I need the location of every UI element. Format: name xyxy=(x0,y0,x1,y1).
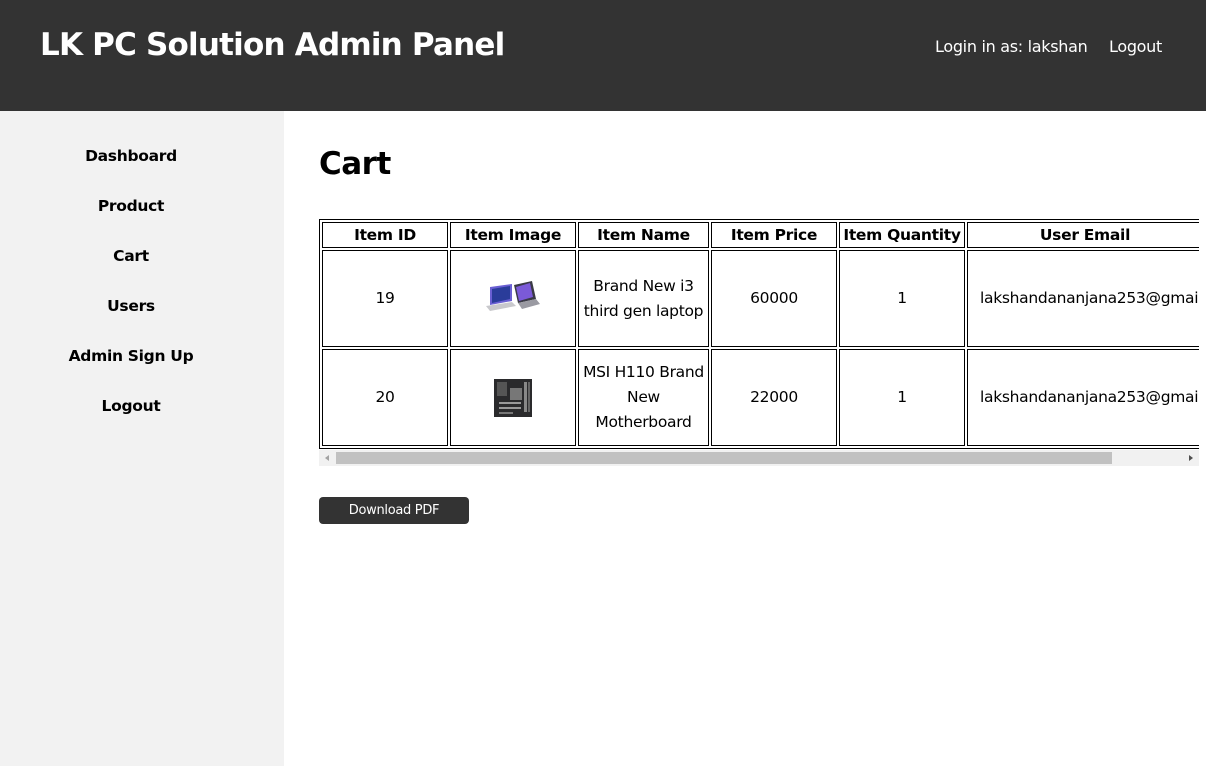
sidebar-item-admin-sign-up[interactable]: Admin Sign Up xyxy=(0,347,262,365)
header-logout-link[interactable]: Logout xyxy=(1109,37,1162,56)
cell-item-name: MSI H110 Brand New Motherboard xyxy=(578,349,709,446)
top-header: LK PC Solution Admin Panel Login in as: … xyxy=(0,0,1206,111)
cell-item-id: 20 xyxy=(322,349,448,446)
cart-table: Item ID Item Image Item Name Item Price … xyxy=(319,219,1199,449)
table-row: 19 Brand New i3 third gen laptop 60000 1… xyxy=(322,250,1199,347)
cell-item-quantity: 1 xyxy=(839,250,965,347)
logged-in-user: Login in as: lakshan xyxy=(935,37,1088,56)
main-content: Cart Item ID Item Image Item Name Item P… xyxy=(284,111,1206,766)
scroll-right-arrow-icon[interactable] xyxy=(1189,455,1193,461)
laptop-image xyxy=(486,280,540,311)
table-horizontal-scrollbar[interactable] xyxy=(319,450,1199,466)
page-title: Cart xyxy=(319,146,391,182)
motherboard-image xyxy=(494,378,532,417)
cell-item-name: Brand New i3 third gen laptop xyxy=(578,250,709,347)
cell-item-price: 22000 xyxy=(711,349,837,446)
table-header-row: Item ID Item Image Item Name Item Price … xyxy=(322,222,1199,248)
cart-table-scroll-area[interactable]: Item ID Item Image Item Name Item Price … xyxy=(319,219,1199,467)
sidebar-item-logout[interactable]: Logout xyxy=(0,397,262,415)
cell-item-price: 60000 xyxy=(711,250,837,347)
sidebar-item-cart[interactable]: Cart xyxy=(0,247,262,265)
sidebar: Dashboard Product Cart Users Admin Sign … xyxy=(0,111,284,766)
column-header-item-image: Item Image xyxy=(450,222,576,248)
download-pdf-button[interactable]: Download PDF xyxy=(319,497,469,524)
column-header-item-quantity: Item Quantity xyxy=(839,222,965,248)
column-header-item-price: Item Price xyxy=(711,222,837,248)
column-header-item-id: Item ID xyxy=(322,222,448,248)
scroll-left-arrow-icon[interactable] xyxy=(325,455,329,461)
cell-user-email: lakshandananjana253@gmail.com xyxy=(967,250,1199,347)
cell-item-quantity: 1 xyxy=(839,349,965,446)
sidebar-item-dashboard[interactable]: Dashboard xyxy=(0,147,262,165)
cell-item-image xyxy=(450,349,576,446)
column-header-item-name: Item Name xyxy=(578,222,709,248)
cell-item-id: 19 xyxy=(322,250,448,347)
sidebar-item-users[interactable]: Users xyxy=(0,297,262,315)
scrollbar-thumb[interactable] xyxy=(336,452,1112,464)
column-header-user-email: User Email xyxy=(967,222,1199,248)
cell-user-email: lakshandananjana253@gmail.com xyxy=(967,349,1199,446)
sidebar-item-product[interactable]: Product xyxy=(0,197,262,215)
table-row: 20 MSI H110 Brand New Motherboard 22000 … xyxy=(322,349,1199,446)
cell-item-image xyxy=(450,250,576,347)
app-title: LK PC Solution Admin Panel xyxy=(40,27,505,63)
